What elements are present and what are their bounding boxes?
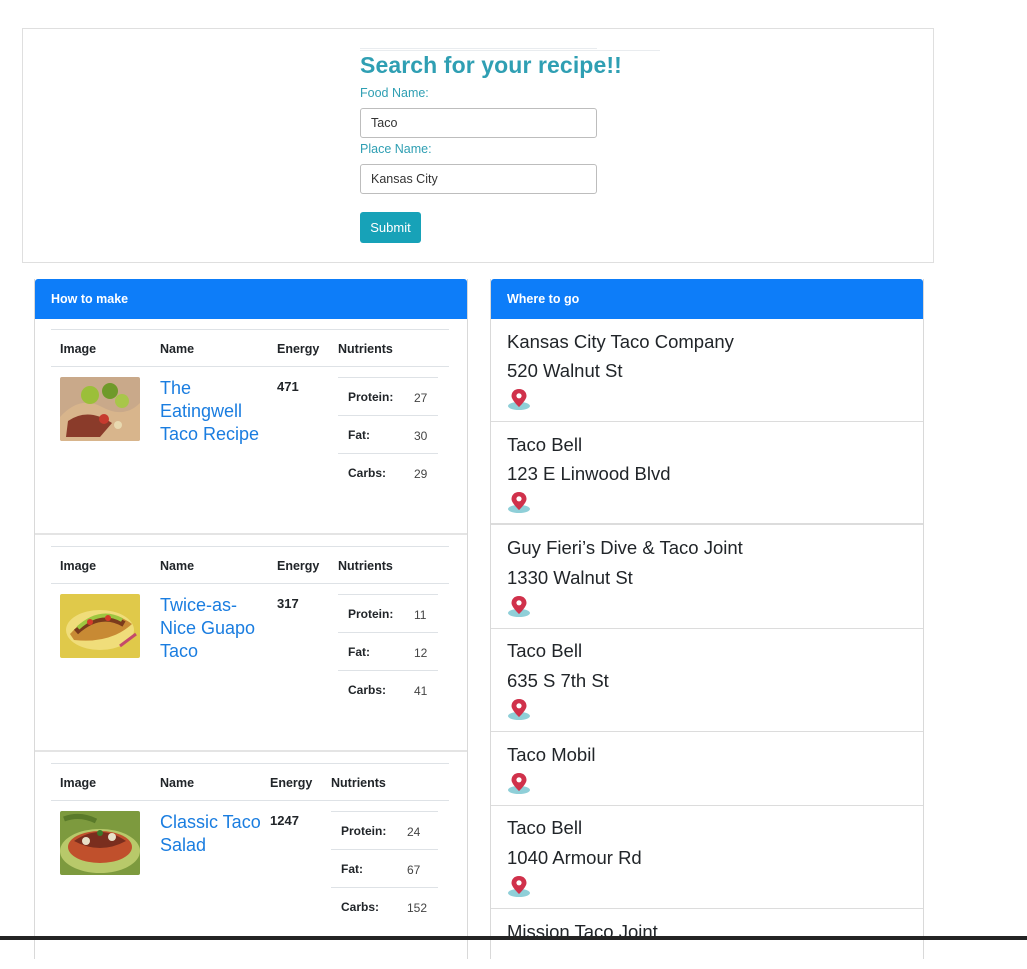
column-image: Image	[60, 776, 97, 790]
recipe-row: Image Name Energy Nutrients Twice-as-Nic…	[35, 536, 467, 752]
column-name: Name	[160, 559, 195, 573]
fat-label: Fat:	[348, 428, 370, 442]
nutrient-carbs: Carbs: 29	[338, 453, 438, 491]
map-pin-icon[interactable]	[507, 387, 531, 411]
place-address: 1040 Armour Rd	[507, 847, 642, 868]
place-name: Kansas City Taco Company	[507, 331, 734, 352]
column-name: Name	[160, 776, 195, 790]
protein-value: 24	[407, 825, 421, 839]
recipe-image	[60, 377, 140, 441]
how-to-make-header: How to make	[35, 279, 467, 319]
place-item[interactable]: Taco Mobil	[491, 732, 923, 806]
where-to-go-header: Where to go	[491, 279, 923, 319]
place-address: 520 Walnut St	[507, 360, 623, 381]
place-item[interactable]: Guy Fieri’s Dive & Taco Joint 1330 Walnu…	[491, 525, 923, 629]
place-name: Taco Mobil	[507, 744, 596, 765]
nutrient-carbs: Carbs: 152	[331, 887, 438, 925]
place-name: Guy Fieri’s Dive & Taco Joint	[507, 537, 743, 558]
recipe-table-header: Image Name Energy Nutrients	[51, 329, 449, 367]
map-pin-icon[interactable]	[507, 490, 531, 514]
protein-label: Protein:	[348, 390, 394, 404]
how-to-make-card: How to make Image Name Energy Nutrients …	[34, 279, 468, 959]
nutrient-fat: Fat: 30	[338, 415, 438, 453]
recipe-name-link[interactable]: Classic Taco Salad	[160, 811, 265, 857]
fat-value: 30	[414, 429, 428, 443]
place-name: Taco Bell	[507, 640, 583, 661]
recipe-row: Image Name Energy Nutrients The Eatingwe…	[35, 319, 467, 535]
recipe-energy: 471	[277, 379, 299, 394]
carbs-value: 152	[407, 901, 428, 915]
submit-button[interactable]: Submit	[360, 212, 421, 243]
column-image: Image	[60, 559, 97, 573]
nutrient-protein: Protein: 11	[338, 594, 438, 632]
place-name-input[interactable]	[360, 164, 597, 194]
place-address: 635 S 7th St	[507, 670, 609, 691]
place-address: 1330 Walnut St	[507, 567, 633, 588]
place-name: Taco Bell	[507, 434, 583, 455]
column-energy: Energy	[270, 776, 313, 790]
column-energy: Energy	[277, 342, 320, 356]
carbs-label: Carbs:	[348, 466, 387, 480]
column-nutrients: Nutrients	[338, 342, 393, 356]
fat-label: Fat:	[341, 862, 363, 876]
map-pin-icon[interactable]	[507, 874, 531, 898]
fat-label: Fat:	[348, 645, 370, 659]
protein-value: 27	[414, 391, 428, 405]
title-divider	[360, 48, 597, 49]
nutrient-carbs: Carbs: 41	[338, 670, 438, 708]
place-item[interactable]: Taco Bell 635 S 7th St	[491, 629, 923, 732]
nutrients-table: Protein: 24 Fat: 67 Carbs: 152	[331, 811, 438, 925]
recipe-image	[60, 594, 140, 658]
nutrient-protein: Protein: 27	[338, 377, 438, 415]
nutrient-protein: Protein: 24	[331, 811, 438, 849]
column-image: Image	[60, 342, 97, 356]
place-address: 123 E Linwood Blvd	[507, 463, 671, 484]
column-nutrients: Nutrients	[331, 776, 386, 790]
place-item[interactable]: Kansas City Taco Company 520 Walnut St	[491, 319, 923, 422]
column-energy: Energy	[277, 559, 320, 573]
map-pin-icon[interactable]	[507, 697, 531, 721]
nutrients-table: Protein: 11 Fat: 12 Carbs: 41	[338, 594, 438, 708]
recipe-energy: 317	[277, 596, 299, 611]
carbs-value: 41	[414, 684, 428, 698]
search-panel: Search for your recipe!! Food Name: Plac…	[22, 28, 934, 263]
nutrient-fat: Fat: 67	[331, 849, 438, 887]
taskbar-edge	[0, 936, 1027, 940]
map-pin-icon[interactable]	[507, 771, 531, 795]
recipe-energy: 1247	[270, 813, 299, 828]
recipe-name-link[interactable]: Twice-as-Nice Guapo Taco	[160, 594, 265, 663]
protein-label: Protein:	[341, 824, 387, 838]
place-item[interactable]: Taco Bell 123 E Linwood Blvd	[491, 422, 923, 525]
map-pin-icon[interactable]	[507, 594, 531, 618]
where-to-go-card: Where to go Kansas City Taco Company 520…	[490, 279, 924, 959]
recipe-table-header: Image Name Energy Nutrients	[51, 546, 449, 584]
nutrient-fat: Fat: 12	[338, 632, 438, 670]
column-name: Name	[160, 342, 195, 356]
recipe-image	[60, 811, 140, 875]
fat-value: 67	[407, 863, 421, 877]
protein-value: 11	[414, 608, 427, 622]
recipe-table-header: Image Name Energy Nutrients	[51, 763, 449, 801]
search-title: Search for your recipe!!	[360, 50, 660, 79]
place-item[interactable]: Taco Bell 1040 Armour Rd	[491, 806, 923, 909]
recipe-name-link[interactable]: The Eatingwell Taco Recipe	[160, 377, 265, 446]
carbs-label: Carbs:	[348, 683, 387, 697]
carbs-value: 29	[414, 467, 428, 481]
protein-label: Protein:	[348, 607, 394, 621]
carbs-label: Carbs:	[341, 900, 380, 914]
nutrients-table: Protein: 27 Fat: 30 Carbs: 29	[338, 377, 438, 491]
place-name-label: Place Name:	[360, 142, 432, 156]
column-nutrients: Nutrients	[338, 559, 393, 573]
food-name-input[interactable]	[360, 108, 597, 138]
place-name: Taco Bell	[507, 817, 583, 838]
fat-value: 12	[414, 646, 428, 660]
food-name-label: Food Name:	[360, 86, 429, 100]
